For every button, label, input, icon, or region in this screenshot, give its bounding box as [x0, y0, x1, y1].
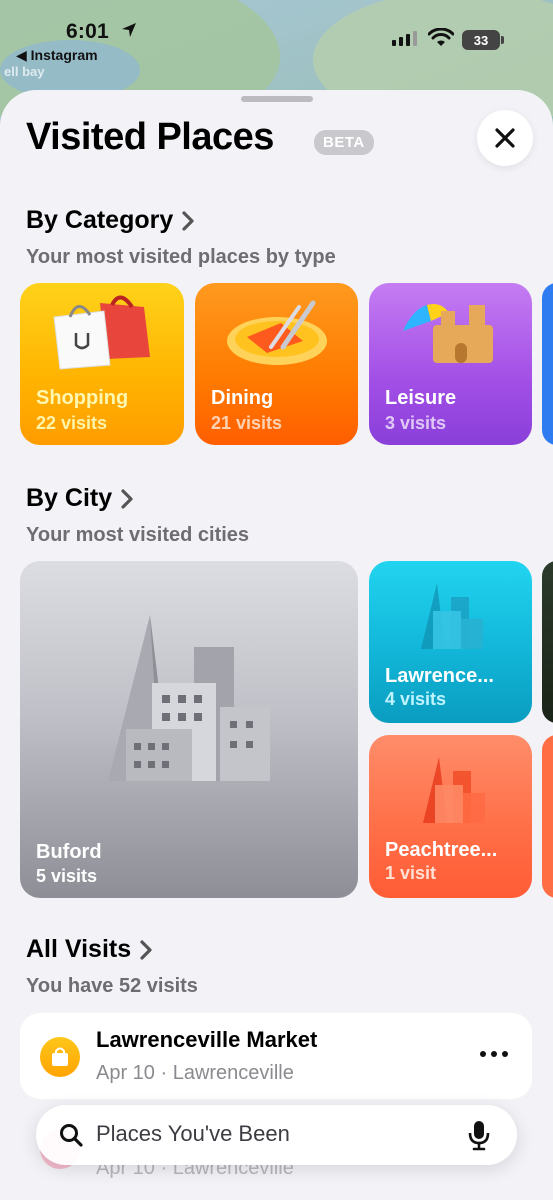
category-name: Leisure [385, 387, 457, 409]
close-button[interactable] [477, 110, 533, 166]
category-name: Dining [211, 387, 274, 409]
status-bar: 6:01 ◀ Instagram 33 [0, 0, 553, 88]
section-title: By Category [26, 206, 174, 234]
city-card-peek[interactable] [542, 735, 553, 898]
section-subtitle: Your most visited places by type [26, 246, 336, 268]
by-city-header[interactable]: By City [26, 484, 134, 513]
sandcastle-umbrella-icon [403, 304, 493, 363]
city-visits: 1 visit [385, 863, 437, 883]
city-name: Buford [36, 841, 102, 863]
city-buildings-icon [421, 583, 483, 649]
city-name: Lawrence... [385, 665, 494, 687]
category-visits: 22 visits [36, 413, 108, 433]
cellular-signal-icon [392, 31, 417, 46]
category-card-peek[interactable] [542, 283, 553, 445]
city-card-buford[interactable]: Buford 5 visits [20, 561, 358, 898]
location-arrow-icon [122, 23, 136, 37]
visit-name: Lawrenceville Market [96, 1027, 318, 1052]
category-card-shopping[interactable]: Shopping 22 visits [20, 283, 184, 445]
more-options-button[interactable] [480, 1051, 508, 1057]
beta-badge: BETA [314, 130, 374, 155]
city-buildings-icon [423, 757, 485, 823]
city-buildings-icon [108, 615, 270, 781]
chevron-right-icon [121, 488, 133, 509]
category-name: Shopping [36, 387, 129, 409]
battery-icon: 33 [462, 30, 504, 50]
chevron-right-icon [140, 939, 152, 960]
sheet-grabber[interactable] [241, 96, 313, 102]
search-icon [60, 1124, 83, 1147]
status-time: 6:01 [66, 20, 109, 43]
plate-fork-knife-icon [227, 300, 327, 365]
chevron-right-icon [182, 210, 194, 231]
category-card-dining[interactable]: Dining 21 visits [195, 283, 358, 445]
visit-meta: Apr 10 · Lawrenceville [96, 1062, 294, 1084]
shopping-bags-icon [53, 295, 150, 370]
section-subtitle: Your most visited cities [26, 524, 250, 546]
city-visits: 5 visits [36, 866, 98, 886]
page-title: Visited Places [26, 116, 274, 158]
ellipsis-icon [480, 1051, 486, 1057]
section-title: By City [26, 484, 113, 512]
city-name: Peachtree... [385, 839, 498, 861]
city-card-lawrenceville[interactable]: Lawrence... 4 visits [369, 561, 532, 723]
category-card-leisure[interactable]: Leisure 3 visits [369, 283, 532, 445]
visit-row[interactable]: Lawrenceville Market Apr 10 · Lawrencevi… [20, 1013, 532, 1099]
all-visits-header[interactable]: All Visits [26, 935, 153, 964]
city-card-peek[interactable] [542, 561, 553, 723]
city-visits: 4 visits [385, 689, 447, 709]
shopping-bag-icon [40, 1037, 80, 1077]
by-category-header[interactable]: By Category [26, 206, 195, 235]
category-visits: 21 visits [211, 413, 283, 433]
section-title: All Visits [26, 935, 132, 963]
microphone-icon[interactable] [467, 1119, 491, 1151]
back-to-app-link[interactable]: ◀ Instagram [16, 47, 98, 64]
section-subtitle: You have 52 visits [26, 975, 198, 997]
close-icon [495, 128, 515, 148]
city-card-peachtree[interactable]: Peachtree... 1 visit [369, 735, 532, 898]
search-bar[interactable]: Places You've Been [36, 1105, 517, 1165]
wifi-icon [428, 28, 454, 46]
search-input[interactable]: Places You've Been [96, 1121, 290, 1147]
visited-places-sheet: Visited Places BETA By Category Your mos… [0, 90, 553, 1200]
category-visits: 3 visits [385, 413, 447, 433]
